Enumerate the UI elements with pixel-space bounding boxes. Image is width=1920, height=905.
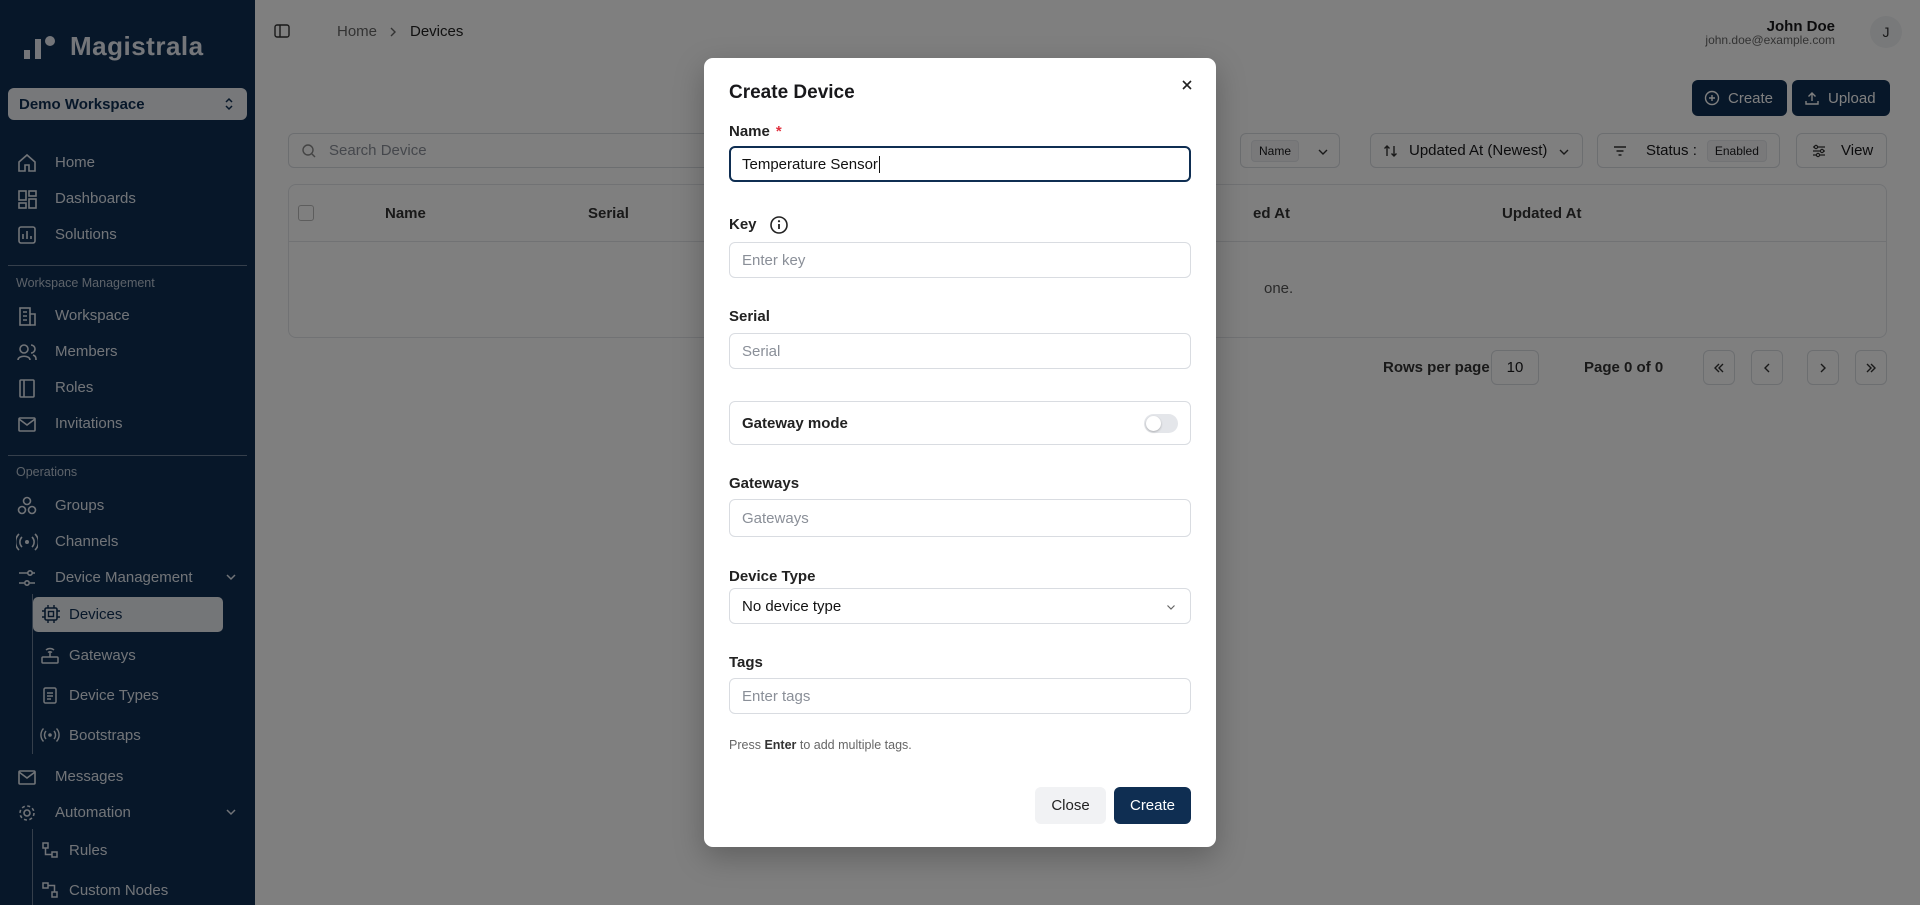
gateways-placeholder: Gateways [742,509,809,527]
gateway-mode-label: Gateway mode [742,415,848,432]
hint-suffix: to add multiple tags. [799,738,912,752]
tags-placeholder: Enter tags [742,687,811,705]
tags-input[interactable]: Enter tags [729,678,1191,714]
gateways-input[interactable]: Gateways [729,499,1191,537]
gateways-field-label: Gateways [729,475,800,492]
create-device-dialog: Create Device Name * Temperature Sensor K… [704,58,1216,847]
required-mark: * [775,123,782,140]
serial-placeholder: Serial [742,342,781,360]
close-icon [1182,80,1192,90]
dialog-close-button[interactable] [1176,74,1198,96]
text-caret [878,155,880,173]
device-type-value: No device type [742,597,842,615]
tags-field-label: Tags [729,654,763,671]
gateway-mode-row: Gateway mode [729,401,1191,445]
device-type-select[interactable]: No device type [729,588,1191,624]
serial-field-label: Serial [729,308,770,325]
key-placeholder: Enter key [742,251,806,269]
chevron-down-icon [1167,605,1175,610]
tags-hint: Press Enter to add multiple tags. [729,738,912,752]
device-type-field-label: Device Type [729,568,816,585]
key-input[interactable]: Enter key [729,242,1191,278]
serial-input[interactable]: Serial [729,333,1191,369]
gateway-mode-toggle[interactable] [1144,414,1178,433]
hint-key: Enter [764,738,797,752]
create-button[interactable]: Create [1114,787,1191,824]
hint-prefix: Press [729,738,761,752]
name-input-value: Temperature Sensor [742,155,878,173]
name-label-text: Name [729,123,770,140]
name-input[interactable]: Temperature Sensor [729,146,1191,182]
key-field-label: Key [729,216,788,234]
toggle-knob [1146,416,1161,431]
name-field-label: Name * [729,123,782,140]
dialog-title: Create Device [729,82,855,103]
key-label-text: Key [729,216,757,233]
close-button[interactable]: Close [1035,787,1106,824]
info-icon[interactable] [769,215,789,235]
